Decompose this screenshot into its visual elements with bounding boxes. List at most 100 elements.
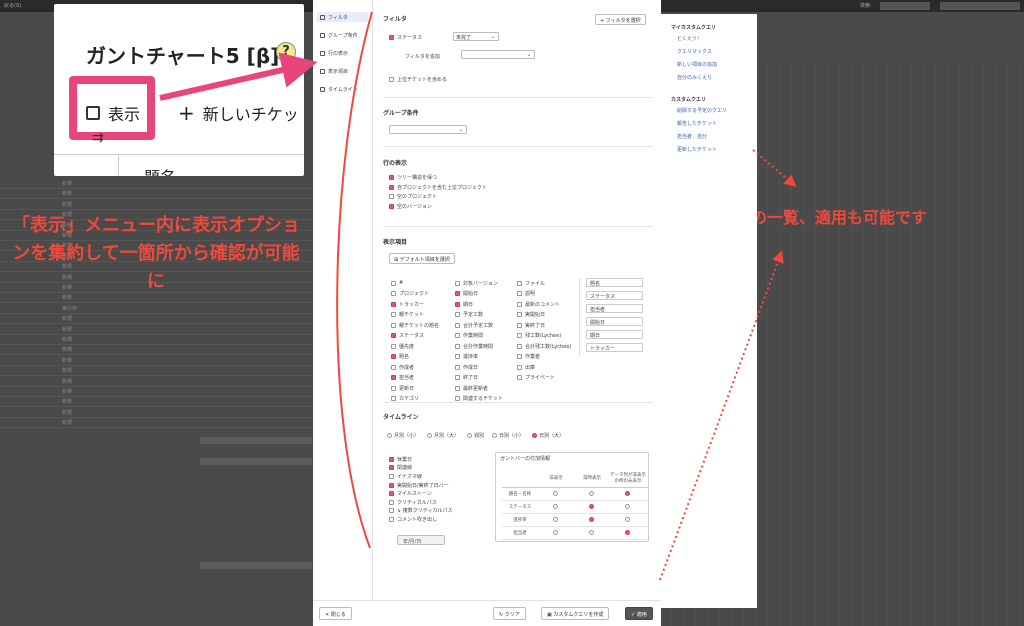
close-button[interactable]: ✕ 閉じる [319,607,352,620]
radio[interactable] [588,504,594,509]
checkbox[interactable] [455,385,460,391]
checkbox[interactable] [517,291,522,297]
query-link[interactable]: 自分のみくえり [677,74,747,81]
checkbox[interactable] [389,175,394,180]
radio[interactable] [552,517,558,522]
radio[interactable] [387,433,392,438]
query-link[interactable]: 更新したチケット [677,146,747,153]
checkbox[interactable] [389,482,394,488]
timeline-scale-option[interactable]: 月別（小） [387,432,419,439]
save-query-button[interactable]: ▣ カスタムクエリを作成 [541,607,610,620]
checkbox[interactable] [391,385,396,391]
apply-button[interactable]: ✓ 適用 [625,607,653,620]
radio[interactable] [552,504,558,509]
checkbox[interactable] [389,499,394,505]
checkbox[interactable] [455,354,460,360]
radio[interactable] [427,433,433,438]
checkbox[interactable] [391,301,396,307]
radio[interactable] [588,530,594,535]
checkbox[interactable] [517,375,522,381]
checkbox[interactable] [455,343,460,349]
checkbox[interactable] [389,456,394,462]
checkbox[interactable] [391,364,396,370]
checkbox[interactable] [517,333,522,339]
status-filter-checkbox[interactable] [389,35,394,40]
radio[interactable] [624,491,630,496]
checkbox[interactable] [517,364,522,370]
checkbox[interactable] [517,343,522,349]
checkbox[interactable] [517,301,522,307]
status-operator-select[interactable]: 未完了 ⌄ [453,32,499,41]
checkbox[interactable] [455,375,460,381]
query-link[interactable]: 担当者：自分 [677,133,747,140]
radio[interactable] [532,433,538,438]
checkbox[interactable] [391,291,396,297]
radio[interactable] [552,530,558,535]
checkbox[interactable] [389,203,394,209]
timeline-scale-option[interactable]: 月別（大） [427,432,459,439]
checkbox[interactable] [455,396,460,402]
checkbox[interactable] [389,194,394,199]
checkbox[interactable] [389,473,394,479]
nav-item-1[interactable]: グループ条件 [317,30,368,40]
checkbox[interactable] [389,184,394,190]
selected-column-item[interactable]: 開始日 [586,317,643,326]
checkbox[interactable] [517,322,522,328]
timeline-scale-option[interactable]: 日別（小） [492,432,524,439]
checkbox[interactable] [389,465,394,471]
radio[interactable] [492,433,498,438]
selected-column-item[interactable]: トラッカー [586,343,643,352]
query-link[interactable]: 報告したチケット [677,120,747,127]
checkbox[interactable] [517,312,522,318]
checkbox[interactable] [455,322,460,328]
checkbox[interactable] [391,322,396,328]
radio[interactable] [467,433,473,438]
include-parent-checkbox[interactable] [389,77,394,82]
checkbox[interactable] [455,291,460,297]
timeline-scale-option[interactable]: 週別 [467,432,484,439]
radio[interactable] [588,517,594,522]
query-link[interactable]: クエリマックス [677,48,747,55]
selected-column-item[interactable]: 題名 [586,278,643,287]
checkbox[interactable] [455,280,460,286]
checkbox[interactable] [517,280,522,286]
checkbox[interactable] [391,312,396,318]
radio[interactable] [624,504,630,509]
radio[interactable] [588,491,594,496]
checkbox[interactable] [389,491,394,497]
checkbox[interactable] [391,343,396,349]
checkbox[interactable] [455,301,460,307]
group-by-select[interactable]: ⌄ [389,125,467,134]
checkbox[interactable] [391,375,396,381]
selected-column-item[interactable]: ステータス [586,291,643,300]
zoom-new-ticket[interactable]: 新しいチケット [203,101,304,125]
checkbox[interactable] [455,312,460,318]
date-input[interactable]: 年/月/日 [397,535,445,545]
add-filter-select[interactable]: ⌄ [461,50,535,59]
checkbox[interactable] [391,333,396,339]
nav-item-0[interactable]: フィルタ [317,12,368,22]
checkbox[interactable] [391,354,396,360]
checkbox[interactable] [389,508,394,514]
checkbox[interactable] [391,280,396,286]
default-columns-button[interactable]: ⊞ デフォルト項目を選択 [389,253,455,264]
checkbox[interactable] [391,396,396,402]
nav-item-3[interactable]: 表示項目 [317,66,368,76]
radio[interactable] [552,491,558,496]
query-link[interactable]: とくえう！ [677,35,747,42]
checkbox[interactable] [455,333,460,339]
checkbox[interactable] [517,354,522,360]
nav-item-4[interactable]: タイムライン [317,84,368,94]
checkbox[interactable] [455,364,460,370]
query-link[interactable]: 新しい項目の追加 [677,61,747,68]
nav-item-2[interactable]: 行の表示 [317,48,368,58]
add-filter-button[interactable]: + フィルタを選択 [595,14,646,25]
clear-button[interactable]: ↻ クリア [493,607,526,620]
query-link[interactable]: 削除する予定のクエリ [677,107,747,114]
radio[interactable] [624,530,630,535]
timeline-scale-option[interactable]: 日別（大） [532,432,564,439]
selected-column-item[interactable]: 担当者 [586,304,643,313]
checkbox[interactable] [389,516,394,522]
selected-column-item[interactable]: 期日 [586,330,643,339]
radio[interactable] [624,517,630,522]
